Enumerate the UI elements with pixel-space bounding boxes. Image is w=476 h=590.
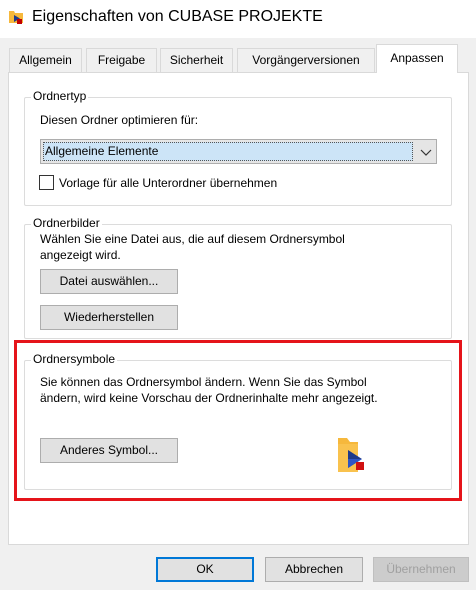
chevron-down-icon — [420, 149, 432, 156]
choose-file-button[interactable]: Datei auswählen... — [40, 269, 178, 294]
title-bar: Eigenschaften von CUBASE PROJEKTE — [0, 0, 476, 38]
tab-anpassen[interactable]: Anpassen — [376, 44, 458, 73]
apply-button[interactable]: Übernehmen — [373, 557, 469, 582]
cancel-button[interactable]: Abbrechen — [265, 557, 363, 582]
folder-cubase-icon — [9, 11, 23, 24]
restore-button[interactable]: Wiederherstellen — [40, 305, 178, 330]
tab-allgemein[interactable]: Allgemein — [9, 48, 82, 72]
template-checkbox-label[interactable]: Vorlage für alle Unterordner übernehmen — [59, 176, 277, 191]
ordnerbilder-description-2: angezeigt wird. — [40, 248, 121, 262]
window-title: Eigenschaften von CUBASE PROJEKTE — [32, 8, 323, 25]
tab-freigabe[interactable]: Freigabe — [86, 48, 157, 72]
highlight-ordnersymbole — [14, 340, 462, 501]
tab-vorgaengerversionen[interactable]: Vorgängerversionen — [237, 48, 375, 72]
group-label-ordnertyp: Ordnertyp — [31, 89, 89, 103]
tab-sicherheit[interactable]: Sicherheit — [160, 48, 233, 72]
group-label-ordnerbilder: Ordnerbilder — [31, 216, 102, 230]
template-checkbox[interactable] — [39, 175, 54, 190]
optimize-select[interactable]: Allgemeine Elemente — [40, 139, 437, 164]
optimize-select-value: Allgemeine Elemente — [43, 142, 413, 161]
ok-button[interactable]: OK — [156, 557, 254, 582]
optimize-label: Diesen Ordner optimieren für: — [40, 113, 199, 127]
ordnerbilder-description-1: Wählen Sie eine Datei aus, die auf diese… — [40, 232, 345, 246]
